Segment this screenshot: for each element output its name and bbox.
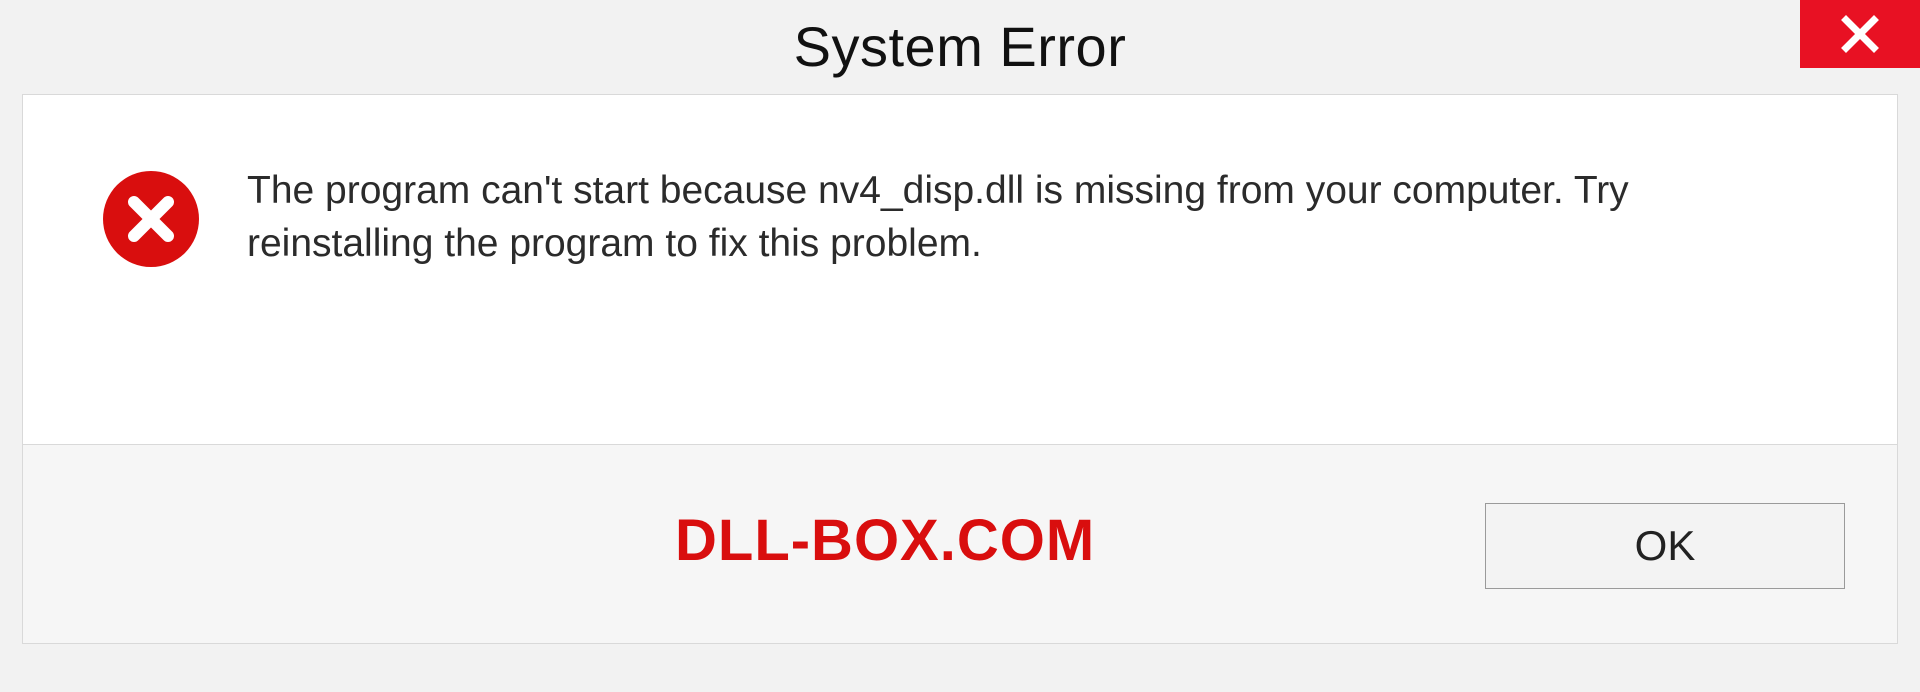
ok-button-label: OK (1635, 522, 1696, 570)
ok-button[interactable]: OK (1485, 503, 1845, 589)
content-panel: The program can't start because nv4_disp… (22, 94, 1898, 444)
window-title: System Error (0, 14, 1920, 79)
titlebar: System Error (0, 0, 1920, 90)
footer-panel: DLL-BOX.COM OK (22, 444, 1898, 644)
error-message: The program can't start because nv4_disp… (247, 165, 1747, 270)
close-icon (1840, 14, 1880, 54)
error-icon (103, 171, 199, 267)
close-button[interactable] (1800, 0, 1920, 68)
brand-label: DLL-BOX.COM (675, 507, 1095, 574)
